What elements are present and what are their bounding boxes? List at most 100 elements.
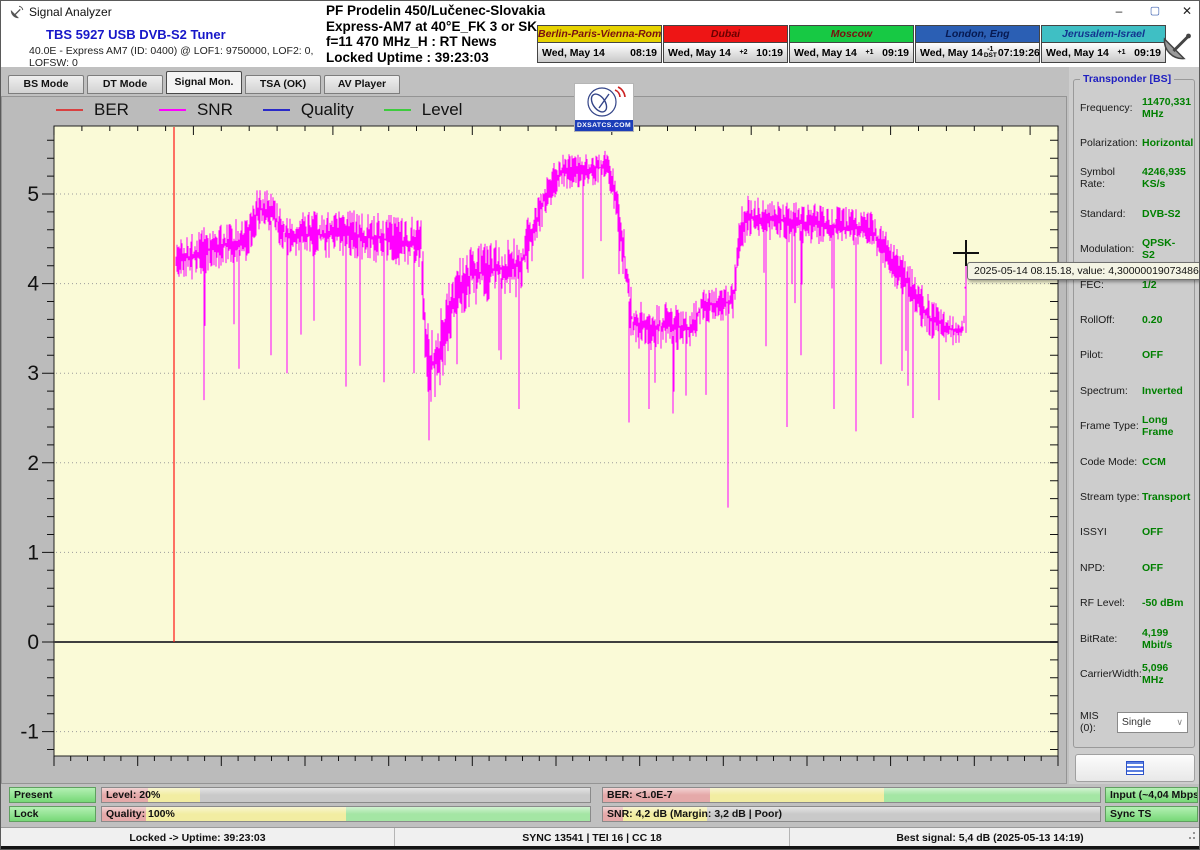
monitor-row-2: LockQuality: 100%SNR: 4,2 dB (Margin: 3,… bbox=[1, 806, 1200, 822]
legend-swatch-quality bbox=[263, 109, 290, 111]
field-label: FEC: bbox=[1080, 279, 1142, 291]
progress-label: Level: 20% bbox=[106, 788, 160, 803]
clock-city-label: Jerusalem-Israel bbox=[1042, 26, 1165, 43]
field-label: Polarization: bbox=[1080, 137, 1142, 149]
window-bottom-edge bbox=[1, 846, 1200, 850]
tab-dt-mode[interactable]: DT Mode bbox=[87, 75, 163, 94]
field-value: 11470,331 MHz bbox=[1142, 96, 1191, 120]
signal-chart[interactable]: 543210-1 bbox=[1, 96, 1067, 784]
tab-av-player[interactable]: AV Player bbox=[324, 75, 400, 94]
mis-label: MIS (0): bbox=[1080, 710, 1117, 734]
legend-label-snr: SNR bbox=[197, 100, 233, 120]
y-axis-label: 2 bbox=[27, 452, 39, 475]
field-value: Transport bbox=[1142, 491, 1190, 503]
clock-time-value: 07:19:26 bbox=[998, 47, 1040, 59]
clock-time-row: Wed, May 14 +1 09:19 bbox=[790, 43, 913, 62]
chevron-down-icon: ∨ bbox=[1176, 717, 1183, 728]
dxsatcs-logo-text: DXSATCS.COM bbox=[575, 120, 633, 131]
field-value: OFF bbox=[1142, 562, 1163, 574]
station-line-3: f=11 470 MHz_H : RT News bbox=[326, 34, 561, 50]
transponder-field: Stream type:Transport bbox=[1074, 479, 1194, 514]
legend-item-quality: Quality bbox=[263, 100, 354, 120]
field-label: Symbol Rate: bbox=[1080, 166, 1142, 190]
mis-dropdown[interactable]: Single ∨ bbox=[1117, 712, 1188, 733]
field-label: Frequency: bbox=[1080, 102, 1142, 114]
clock-time-row: Wed, May 14+210:19 bbox=[664, 43, 787, 62]
clock-utc-offset: +1 bbox=[866, 50, 874, 56]
window-title: Signal Analyzer bbox=[29, 5, 112, 19]
transponder-field: NPD:OFF bbox=[1074, 550, 1194, 585]
field-value: CCM bbox=[1142, 456, 1166, 468]
mode-tabs: BS ModeDT ModeSignal Mon.TSA (OK)AV Play… bbox=[8, 71, 403, 94]
tab-signal-mon-[interactable]: Signal Mon. bbox=[166, 71, 242, 94]
field-label: RF Level: bbox=[1080, 597, 1142, 609]
world-clocks: Berlin-Paris-Vienna-RomaWed, May 1408:19… bbox=[537, 25, 1167, 63]
clock-city-label: Dubai bbox=[664, 26, 787, 43]
dxsatcs-logo: DXSATCS.COM bbox=[574, 83, 634, 132]
clock-date: Wed, May 14 bbox=[794, 47, 857, 59]
progress-label: Quality: 100% bbox=[106, 807, 175, 822]
status-badge-sync-ts: Sync TS bbox=[1105, 806, 1198, 822]
clock-time-row: Wed, May 14-1DST07:19:26 bbox=[916, 43, 1039, 62]
tuner-detail: 40.0E - Express AM7 (ID: 0400) @ LOF1: 9… bbox=[1, 45, 323, 69]
field-label: ISSYI bbox=[1080, 526, 1142, 538]
field-value: 0.20 bbox=[1142, 314, 1162, 326]
transponder-field: Frequency:11470,331 MHz bbox=[1074, 90, 1194, 125]
station-line-2: Express-AM7 at 40°E_FK 3 or SK bbox=[326, 19, 561, 35]
close-button[interactable]: ✕ bbox=[1171, 1, 1200, 22]
field-value: Horizontal bbox=[1142, 137, 1193, 149]
y-axis-label: 0 bbox=[27, 631, 39, 654]
clock-1: Berlin-Paris-Vienna-RomaWed, May 1408:19 bbox=[537, 25, 662, 63]
clock-time-value: 08:19 bbox=[630, 47, 657, 59]
y-axis-label: 4 bbox=[27, 273, 39, 296]
resize-grip[interactable] bbox=[1186, 831, 1196, 841]
minimize-button[interactable]: – bbox=[1103, 1, 1135, 22]
legend-swatch-level bbox=[384, 109, 411, 111]
field-value: Long Frame bbox=[1142, 414, 1188, 438]
field-label: Spectrum: bbox=[1080, 385, 1142, 397]
clock-city-label: Berlin-Paris-Vienna-Roma bbox=[538, 26, 661, 43]
transponder-groupbox-title: Transponder [BS] bbox=[1080, 73, 1174, 85]
transponder-field: Pilot:OFF bbox=[1074, 338, 1194, 373]
progress-shine bbox=[603, 788, 1100, 795]
satellite-dish-icon bbox=[1159, 27, 1197, 63]
field-label: Stream type: bbox=[1080, 491, 1142, 503]
transponder-sidebar: Transponder [BS] Frequency:11470,331 MHz… bbox=[1069, 67, 1200, 784]
clock-5: Jerusalem-IsraelWed, May 14+109:19 bbox=[1041, 25, 1166, 63]
field-value: 4246,935 KS/s bbox=[1142, 166, 1188, 190]
field-value: 1/2 bbox=[1142, 279, 1157, 291]
transponder-field: Frame Type:Long Frame bbox=[1074, 409, 1194, 444]
progress-bar: Quality: 100% bbox=[101, 806, 591, 822]
progress-shine bbox=[102, 788, 590, 795]
clock-time-value: 10:19 bbox=[756, 47, 783, 59]
clock-utc-offset: -1DST bbox=[984, 47, 997, 59]
progress-bar: SNR: 4,2 dB (Margin: 3,2 dB | Poor) bbox=[602, 806, 1101, 822]
clock-date: Wed, May 14 bbox=[920, 47, 983, 59]
clock-time-value: 09:19 bbox=[882, 47, 909, 59]
tab-bs-mode[interactable]: BS Mode bbox=[8, 75, 84, 94]
transponder-groupbox: Transponder [BS] Frequency:11470,331 MHz… bbox=[1073, 79, 1195, 748]
tab-tsa-ok-[interactable]: TSA (OK) bbox=[245, 75, 321, 94]
clock-4: London, EngWed, May 14-1DST07:19:26 bbox=[915, 25, 1040, 63]
progress-bar: Level: 20% bbox=[101, 787, 591, 803]
legend-label-ber: BER bbox=[94, 100, 129, 120]
y-axis-label: 1 bbox=[27, 541, 39, 564]
field-value: QPSK-S2 bbox=[1142, 237, 1188, 261]
clock-city-label: London, Eng bbox=[916, 26, 1039, 43]
statusbar-lock-uptime: Locked -> Uptime: 39:23:03 bbox=[1, 828, 395, 847]
progress-label: SNR: 4,2 dB (Margin: 3,2 dB | Poor) bbox=[607, 807, 782, 822]
field-value: DVB-S2 bbox=[1142, 208, 1181, 220]
clock-city-label: Moscow bbox=[790, 26, 913, 43]
field-label: Frame Type: bbox=[1080, 420, 1142, 432]
field-value: Inverted bbox=[1142, 385, 1183, 397]
maximize-button[interactable]: ▢ bbox=[1139, 1, 1171, 22]
legend-label-quality: Quality bbox=[301, 100, 354, 120]
transponder-field: Polarization:Horizontal bbox=[1074, 125, 1194, 160]
legend-item-ber: BER bbox=[56, 100, 129, 120]
station-header: PF Prodelin 450/Lučenec-Slovakia Express… bbox=[326, 3, 561, 65]
field-label: Pilot: bbox=[1080, 349, 1142, 361]
field-label: BitRate: bbox=[1080, 633, 1142, 645]
transponder-list-button[interactable] bbox=[1075, 754, 1195, 782]
statusbar: Locked -> Uptime: 39:23:03 SYNC 13541 | … bbox=[1, 827, 1200, 847]
clock-time-value: 09:19 bbox=[1134, 47, 1161, 59]
